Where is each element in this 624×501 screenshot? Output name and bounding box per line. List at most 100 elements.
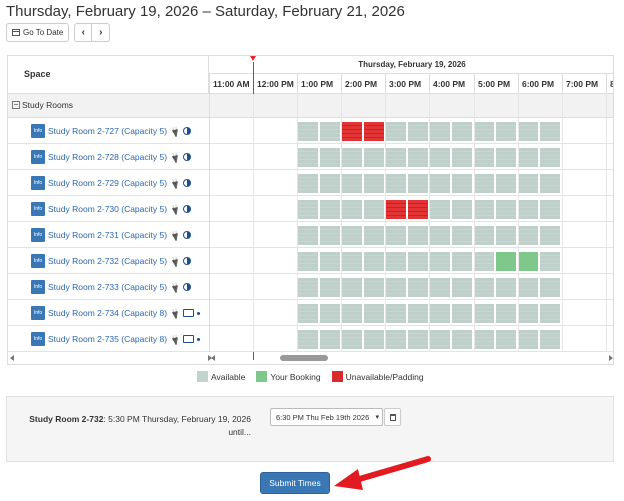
- available-slot[interactable]: [451, 277, 473, 298]
- available-slot[interactable]: [451, 251, 473, 272]
- available-slot[interactable]: [341, 277, 363, 298]
- available-slot[interactable]: [539, 147, 561, 168]
- available-slot[interactable]: [385, 303, 407, 324]
- available-slot[interactable]: [473, 303, 495, 324]
- available-slot[interactable]: [517, 225, 539, 246]
- available-slot[interactable]: [473, 225, 495, 246]
- available-slot[interactable]: [429, 277, 451, 298]
- available-slot[interactable]: [539, 251, 561, 272]
- available-slot[interactable]: [429, 329, 451, 350]
- available-slot[interactable]: [473, 329, 495, 350]
- available-slot[interactable]: [407, 147, 429, 168]
- available-slot[interactable]: [495, 225, 517, 246]
- available-slot[interactable]: [363, 147, 385, 168]
- available-slot[interactable]: [517, 173, 539, 194]
- info-button[interactable]: Info: [31, 280, 45, 294]
- available-slot[interactable]: [363, 277, 385, 298]
- available-slot[interactable]: [473, 277, 495, 298]
- available-slot[interactable]: [297, 225, 319, 246]
- available-slot[interactable]: [385, 329, 407, 350]
- available-slot[interactable]: [495, 121, 517, 142]
- available-slot[interactable]: [429, 121, 451, 142]
- info-button[interactable]: Info: [31, 254, 45, 268]
- available-slot[interactable]: [407, 225, 429, 246]
- available-slot[interactable]: [539, 121, 561, 142]
- available-slot[interactable]: [319, 173, 341, 194]
- available-slot[interactable]: [451, 225, 473, 246]
- available-slot[interactable]: [495, 147, 517, 168]
- available-slot[interactable]: [385, 173, 407, 194]
- available-slot[interactable]: [429, 199, 451, 220]
- submit-times-button[interactable]: Submit Times: [260, 472, 330, 494]
- available-slot[interactable]: [495, 277, 517, 298]
- info-button[interactable]: Info: [31, 306, 45, 320]
- end-time-select[interactable]: 6:30 PM Thu Feb 19th 2026 ▾: [270, 408, 383, 426]
- available-slot[interactable]: [363, 225, 385, 246]
- room-link[interactable]: Study Room 2-733 (Capacity 5): [48, 282, 167, 292]
- available-slot[interactable]: [363, 173, 385, 194]
- info-button[interactable]: Info: [31, 150, 45, 164]
- available-slot[interactable]: [539, 173, 561, 194]
- available-slot[interactable]: [407, 277, 429, 298]
- available-slot[interactable]: [319, 251, 341, 272]
- available-slot[interactable]: [363, 251, 385, 272]
- available-slot[interactable]: [451, 147, 473, 168]
- info-button[interactable]: Info: [31, 176, 45, 190]
- available-slot[interactable]: [319, 147, 341, 168]
- room-link[interactable]: Study Room 2-734 (Capacity 8): [48, 308, 167, 318]
- available-slot[interactable]: [297, 303, 319, 324]
- available-slot[interactable]: [319, 329, 341, 350]
- available-slot[interactable]: [539, 277, 561, 298]
- available-slot[interactable]: [297, 199, 319, 220]
- available-slot[interactable]: [429, 251, 451, 272]
- available-slot[interactable]: [319, 121, 341, 142]
- scroll-thumb[interactable]: [280, 355, 328, 361]
- group-label[interactable]: − Study Rooms: [12, 100, 73, 110]
- available-slot[interactable]: [407, 173, 429, 194]
- available-slot[interactable]: [319, 277, 341, 298]
- available-slot[interactable]: [385, 225, 407, 246]
- available-slot[interactable]: [341, 147, 363, 168]
- scroll-left-icon[interactable]: [211, 355, 215, 361]
- available-slot[interactable]: [473, 251, 495, 272]
- info-button[interactable]: Info: [31, 228, 45, 242]
- available-slot[interactable]: [473, 199, 495, 220]
- available-slot[interactable]: [539, 303, 561, 324]
- available-slot[interactable]: [495, 199, 517, 220]
- available-slot[interactable]: [341, 199, 363, 220]
- scroll-left-icon[interactable]: [10, 355, 14, 361]
- available-slot[interactable]: [429, 303, 451, 324]
- available-slot[interactable]: [385, 251, 407, 272]
- horizontal-scrollbar[interactable]: [8, 354, 613, 364]
- previous-button[interactable]: ‹: [74, 23, 93, 42]
- available-slot[interactable]: [407, 121, 429, 142]
- available-slot[interactable]: [451, 173, 473, 194]
- available-slot[interactable]: [473, 173, 495, 194]
- next-button[interactable]: ›: [92, 23, 111, 42]
- room-link[interactable]: Study Room 2-728 (Capacity 5): [48, 152, 167, 162]
- available-slot[interactable]: [539, 225, 561, 246]
- go-to-date-button[interactable]: Go To Date: [6, 23, 70, 42]
- available-slot[interactable]: [319, 225, 341, 246]
- available-slot[interactable]: [517, 121, 539, 142]
- group-row[interactable]: − Study Rooms: [8, 94, 613, 118]
- available-slot[interactable]: [341, 225, 363, 246]
- info-button[interactable]: Info: [31, 124, 45, 138]
- scroll-right-icon[interactable]: [609, 355, 613, 361]
- available-slot[interactable]: [297, 251, 319, 272]
- available-slot[interactable]: [341, 251, 363, 272]
- collapse-icon[interactable]: −: [12, 101, 20, 109]
- room-link[interactable]: Study Room 2-730 (Capacity 5): [48, 204, 167, 214]
- available-slot[interactable]: [297, 147, 319, 168]
- available-slot[interactable]: [473, 121, 495, 142]
- available-slot[interactable]: [517, 303, 539, 324]
- available-slot[interactable]: [407, 251, 429, 272]
- available-slot[interactable]: [539, 329, 561, 350]
- available-slot[interactable]: [451, 329, 473, 350]
- available-slot[interactable]: [319, 303, 341, 324]
- available-slot[interactable]: [451, 199, 473, 220]
- available-slot[interactable]: [407, 303, 429, 324]
- room-link[interactable]: Study Room 2-729 (Capacity 5): [48, 178, 167, 188]
- available-slot[interactable]: [429, 147, 451, 168]
- available-slot[interactable]: [407, 329, 429, 350]
